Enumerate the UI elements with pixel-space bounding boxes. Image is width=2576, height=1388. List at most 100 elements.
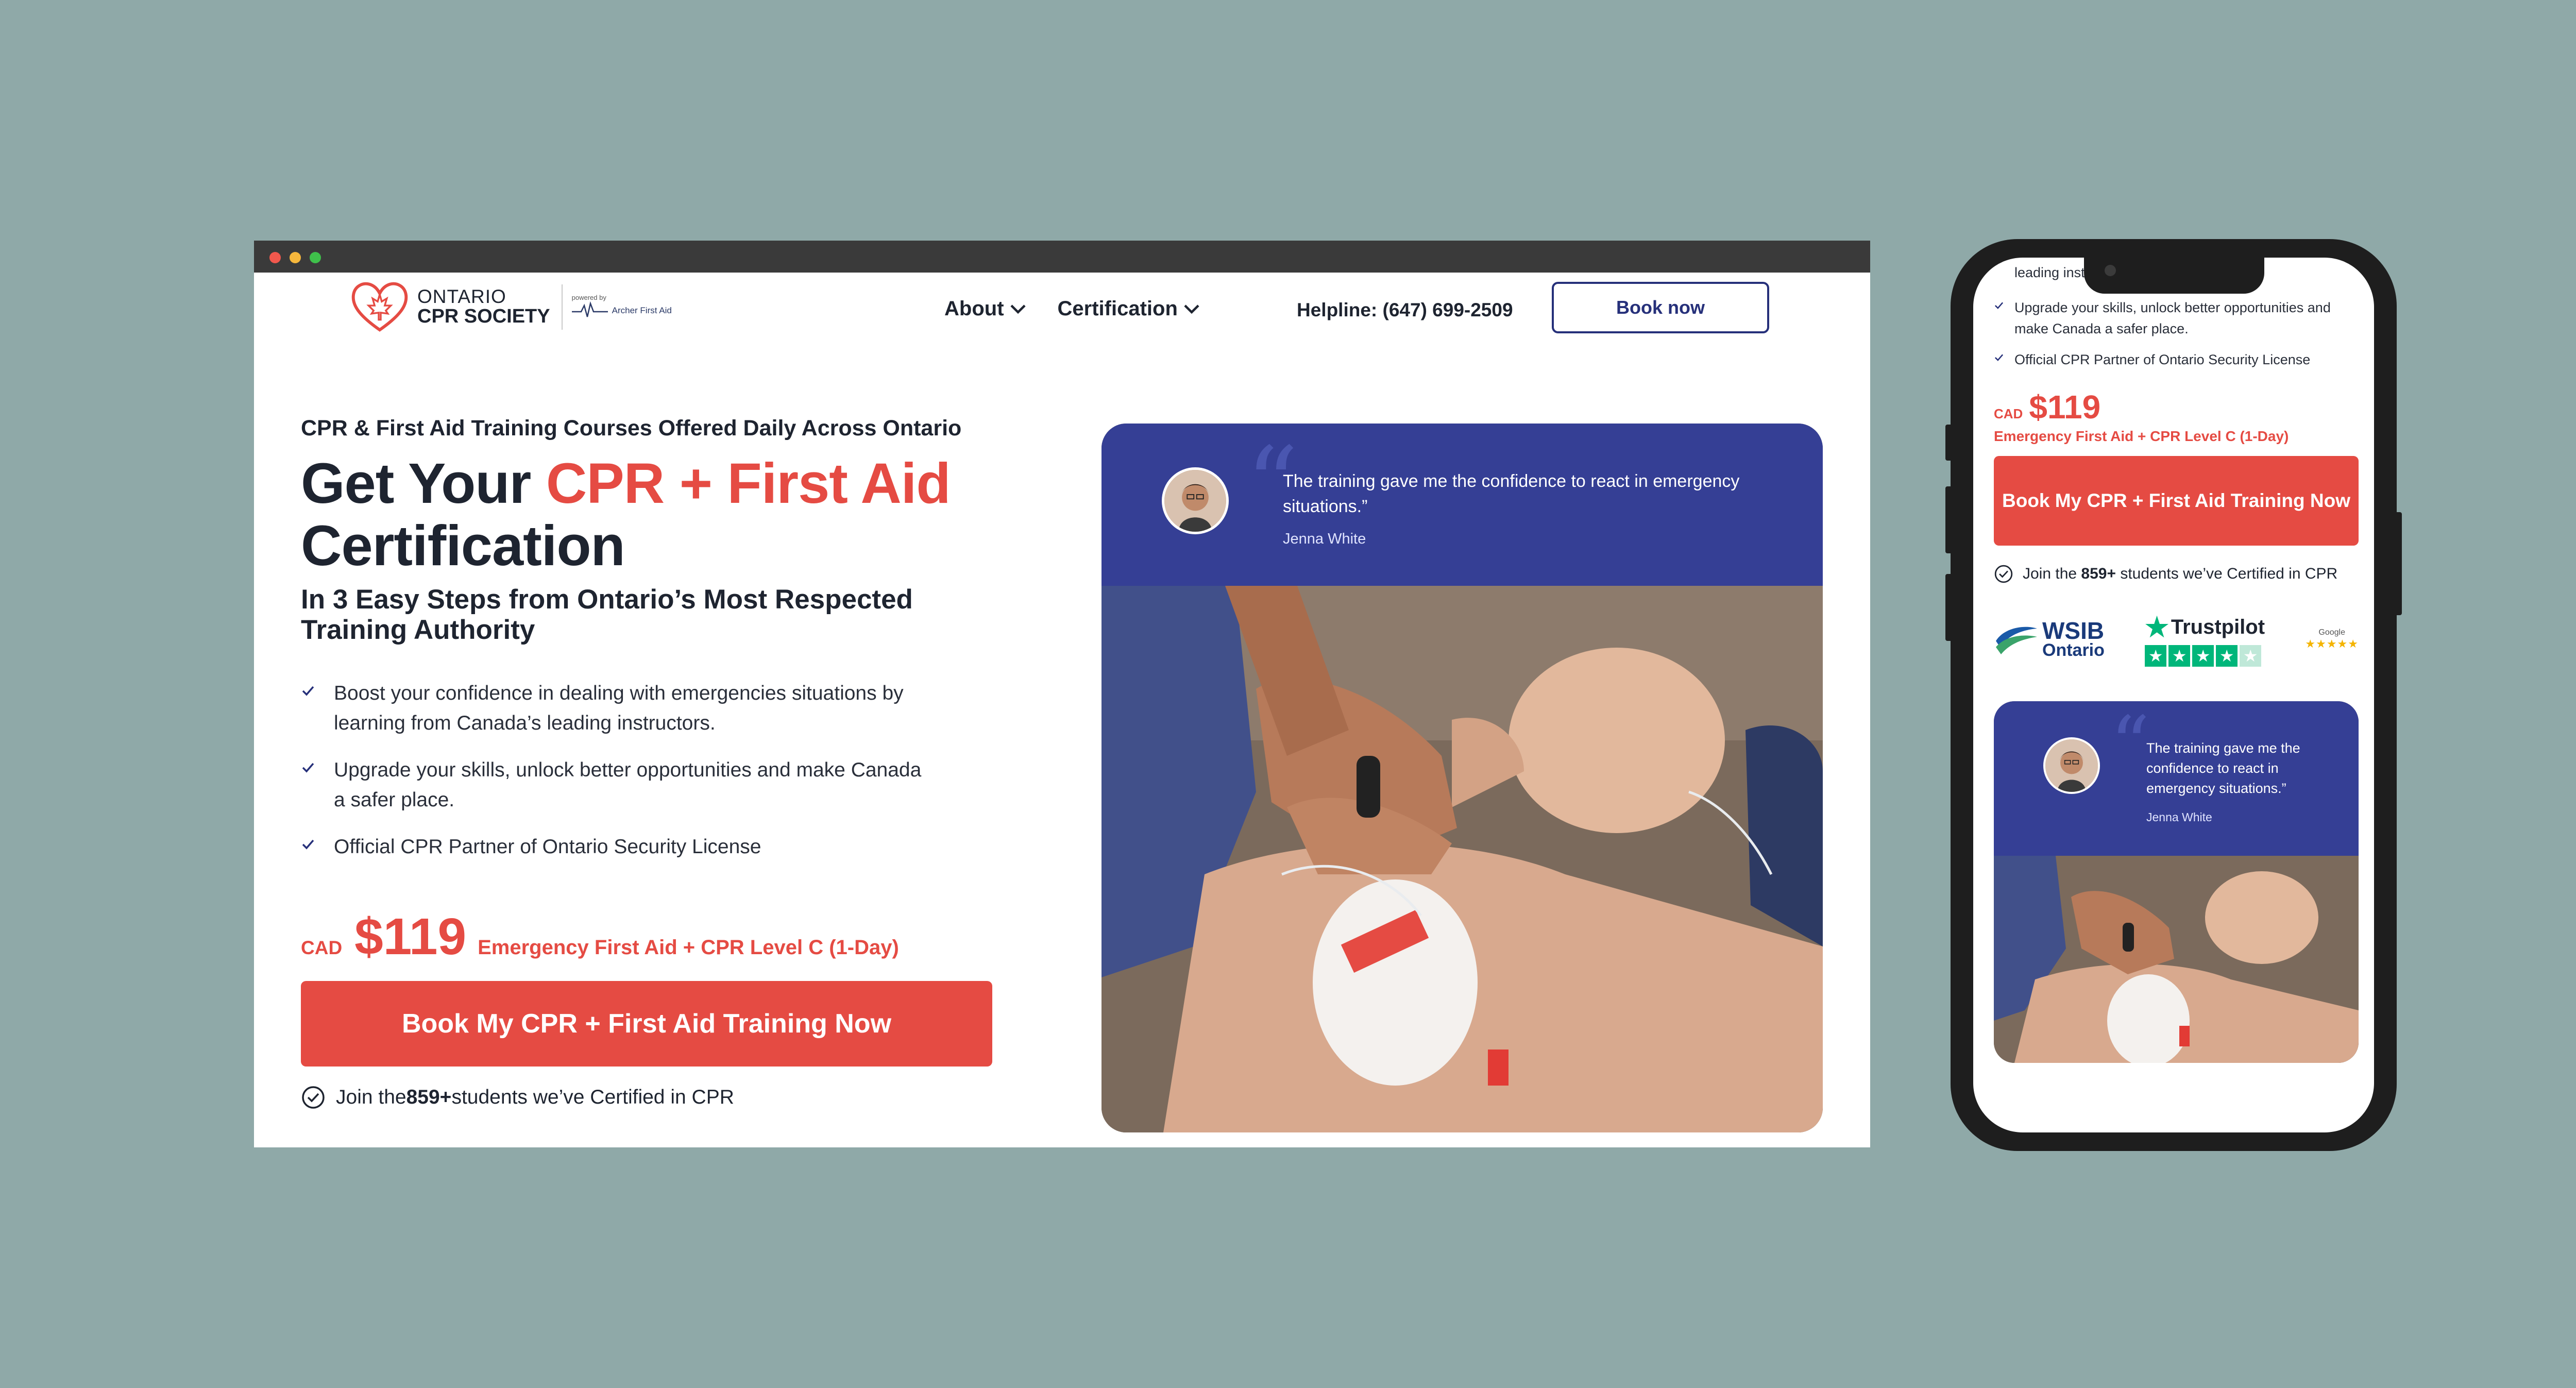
list-item: Upgrade your skills, unlock better oppor… xyxy=(301,755,1017,816)
join-post: students we’ve Certified in CPR xyxy=(451,1086,734,1109)
cpr-training-photo xyxy=(1101,586,1823,1132)
book-training-button[interactable]: Book My CPR + First Aid Training Now xyxy=(1994,455,2359,546)
helpline-phone-link[interactable]: Helpline: (647) 699-2509 xyxy=(1297,299,1513,321)
trust-badges: WSIB Ontario ★Trustpilot ★ ★ ★ ★ ★ Goog xyxy=(1994,608,2359,670)
window-minimize-dot[interactable] xyxy=(290,252,301,263)
phone-screen: leading inst Upgrade your skills, unlock… xyxy=(1973,258,2374,1132)
nav-about[interactable]: About xyxy=(944,297,1027,320)
google-label: Google xyxy=(2318,628,2345,637)
price-description: Emergency First Aid + CPR Level C (1-Day… xyxy=(478,936,899,959)
testimonial-quote: The training gave me the confidence to r… xyxy=(1283,471,1740,517)
phone-side-button xyxy=(2395,512,2402,615)
partner-logo: powered by Archer First Aid xyxy=(571,293,672,320)
wsib-line1: WSIB xyxy=(2042,617,2105,644)
list-item: Upgrade your skills, unlock better oppor… xyxy=(1994,297,2359,339)
price-row: CAD $119 Emergency First Aid + CPR Level… xyxy=(301,907,1017,967)
hero-eyebrow: CPR & First Aid Training Courses Offered… xyxy=(301,416,962,441)
window-maximize-dot[interactable] xyxy=(310,252,321,263)
trustpilot-label: Trustpilot xyxy=(2171,616,2265,638)
browser-title-bar xyxy=(254,241,1870,273)
hero-content: CPR & First Aid Training Courses Offered… xyxy=(301,416,1017,1110)
wsib-swoosh-icon xyxy=(1996,627,2037,655)
mobile-testimonial-card: “ The training gave me the confidence to… xyxy=(1994,701,2359,1063)
check-icon xyxy=(302,686,314,696)
hero-title: Get Your CPR + First Aid Certification xyxy=(301,452,1017,577)
price-amount: $119 xyxy=(354,908,467,966)
google-rating-badge: Google ★★★★★ xyxy=(2305,628,2359,651)
nav-certification[interactable]: Certification xyxy=(1058,297,1200,320)
join-count: 859+ xyxy=(406,1086,452,1109)
check-icon xyxy=(1994,302,2004,309)
list-item: Official CPR Partner of Ontario Security… xyxy=(1994,349,2359,370)
testimonial-banner: “ The training gave me the confidence to… xyxy=(1994,701,2359,856)
star-icon: ★ xyxy=(2168,645,2191,667)
mobile-content: leading inst Upgrade your skills, unlock… xyxy=(1994,258,2359,1063)
check-circle-icon xyxy=(1994,565,2013,583)
list-item: Official CPR Partner of Ontario Security… xyxy=(301,832,1017,862)
join-pre: Join the xyxy=(2023,565,2081,582)
benefit-text: Official CPR Partner of Ontario Security… xyxy=(334,835,761,858)
testimonial-quote: The training gave me the confidence to r… xyxy=(2146,740,2300,796)
phone-side-button xyxy=(1945,574,1953,641)
wsib-logo: WSIB Ontario xyxy=(1994,617,2105,661)
testimonial-author: Jenna White xyxy=(1283,531,1366,547)
nav-about-label: About xyxy=(944,297,1004,320)
avatar xyxy=(1162,467,1229,534)
benefit-text: Boost your confidence in dealing with em… xyxy=(334,682,904,735)
trustpilot-badge: ★ Trustpilot ★ ★ ★ ★ ★ xyxy=(2145,612,2265,667)
price-currency: CAD xyxy=(301,937,343,959)
logo-divider xyxy=(561,284,563,330)
check-icon xyxy=(302,839,314,850)
wsib-line2: Ontario xyxy=(2042,640,2105,661)
hero-testimonial-card: “ The training gave me the confidence to… xyxy=(1101,424,1823,1132)
star-icon: ★ xyxy=(2216,645,2238,667)
logo-line2: CPR SOCIETY xyxy=(417,306,550,328)
price-description: Emergency First Aid + CPR Level C (1-Day… xyxy=(1994,428,2289,444)
price-currency: CAD xyxy=(1994,405,2023,421)
check-circle-icon xyxy=(302,1086,325,1109)
phone-side-button xyxy=(1945,425,1953,461)
hero-title-post: Certification xyxy=(301,514,625,578)
benefit-list: Boost your confidence in dealing with em… xyxy=(301,679,1017,862)
phone-side-button xyxy=(1945,486,1953,553)
social-proof: Join the 859+ students we’ve Certified i… xyxy=(1994,563,2359,585)
trustpilot-star-icon: ★ xyxy=(2145,612,2169,642)
window-close-dot[interactable] xyxy=(269,252,281,263)
hero-subtitle: In 3 Easy Steps from Ontario’s Most Resp… xyxy=(301,584,913,646)
heart-maple-logo-icon xyxy=(351,282,408,332)
powered-by-label: powered by xyxy=(571,293,606,301)
avatar xyxy=(2043,737,2100,794)
person-portrait-icon xyxy=(2045,739,2098,792)
camera-icon xyxy=(2105,265,2116,276)
star-icon: ★ xyxy=(2145,645,2167,667)
check-icon xyxy=(302,763,314,773)
join-count: 859+ xyxy=(2081,565,2116,582)
testimonial-author: Jenna White xyxy=(2146,810,2212,824)
book-now-button[interactable]: Book now xyxy=(1552,282,1769,333)
chevron-down-icon xyxy=(1184,304,1199,314)
main-nav: About Certification xyxy=(944,297,1231,320)
phone-notch xyxy=(2084,258,2264,294)
testimonial-banner: “ The training gave me the confidence to… xyxy=(1101,424,1823,586)
desktop-browser-mockup: ONTARIO CPR SOCIETY powered by Archer Fi… xyxy=(254,241,1870,1147)
join-pre: Join the xyxy=(336,1086,406,1109)
hero-title-accent: CPR + First Aid xyxy=(546,452,951,515)
star-icon: ★ xyxy=(2192,645,2214,667)
join-post: students we’ve Certified in CPR xyxy=(2116,565,2338,582)
check-icon xyxy=(1994,354,2004,361)
price-row: CAD $119 xyxy=(1994,388,2359,426)
chevron-down-icon xyxy=(1010,304,1026,314)
cpr-training-photo xyxy=(1994,855,2359,1063)
benefit-text: Upgrade your skills, unlock better oppor… xyxy=(334,758,922,811)
mobile-phone-mockup: leading inst Upgrade your skills, unlock… xyxy=(1945,239,2402,1151)
quote-icon: “ xyxy=(2110,701,2150,790)
star-half-icon: ★ xyxy=(2240,645,2262,667)
benefit-text: Upgrade your skills, unlock better oppor… xyxy=(2014,300,2331,336)
list-item: Boost your confidence in dealing with em… xyxy=(301,679,1017,739)
partner-name: Archer First Aid xyxy=(612,305,672,315)
book-training-button[interactable]: Book My CPR + First Aid Training Now xyxy=(301,981,992,1067)
price-amount: $119 xyxy=(2029,388,2101,426)
site-logo[interactable]: ONTARIO CPR SOCIETY powered by Archer Fi… xyxy=(349,279,672,335)
social-proof: Join the 859+ students we’ve Certified i… xyxy=(301,1085,1017,1110)
site-header: ONTARIO CPR SOCIETY powered by Archer Fi… xyxy=(254,273,1870,345)
